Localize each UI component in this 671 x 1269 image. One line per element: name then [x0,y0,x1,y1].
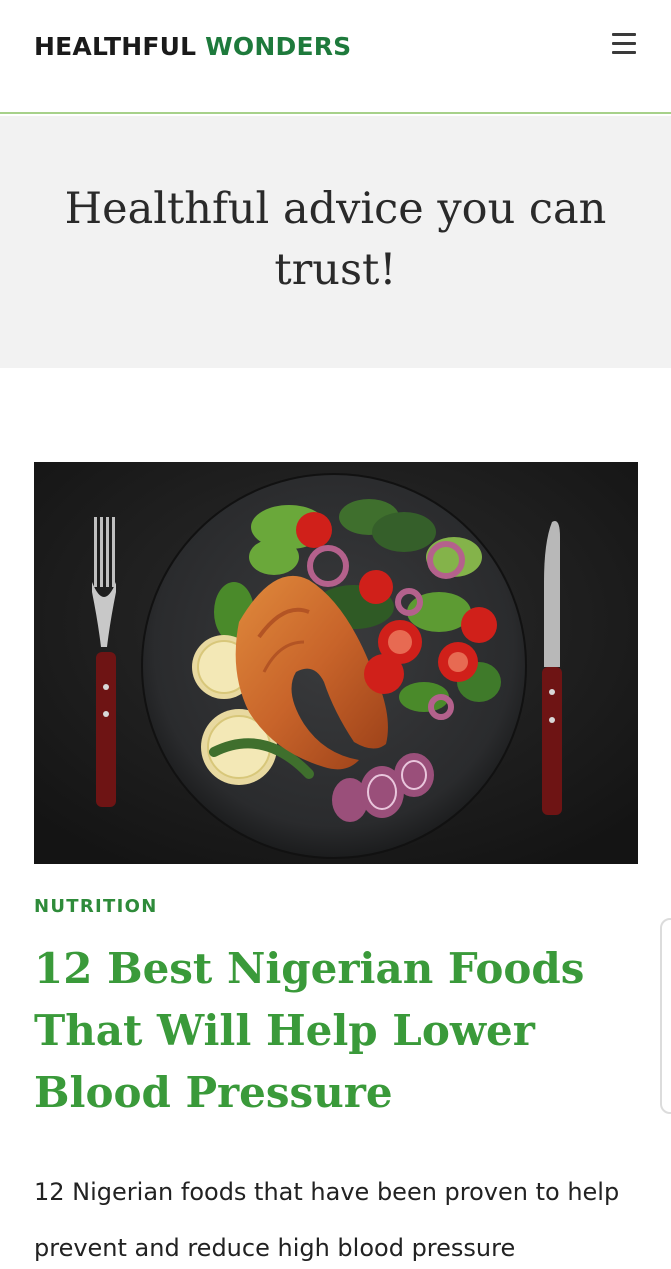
site-tagline: Healthful advice you can trust! [64,184,607,295]
article-title-link[interactable]: 12 Best Nigerian Foods That Will Help Lo… [34,938,634,1124]
tagline-band: Healthful advice you can trust! [0,116,671,368]
logo-word-wonders: WONDERS [205,32,352,61]
article-category-link[interactable]: NUTRITION [34,896,158,917]
menu-bar [612,42,636,45]
article-featured-image[interactable] [34,462,638,864]
knife-icon [542,521,562,815]
salmon-salad-plate-illustration [34,462,638,864]
side-panel-handle[interactable] [660,918,671,1114]
article-excerpt: 12 Nigerian foods that have been proven … [34,1178,620,1262]
logo-word-healthful: HEALTHFUL [34,32,197,61]
site-header: HEALTHFUL WONDERS [0,0,671,114]
menu-bar [612,51,636,54]
menu-bar [612,33,636,36]
hamburger-menu-icon[interactable] [608,30,640,60]
site-logo[interactable]: HEALTHFUL WONDERS [34,32,351,61]
